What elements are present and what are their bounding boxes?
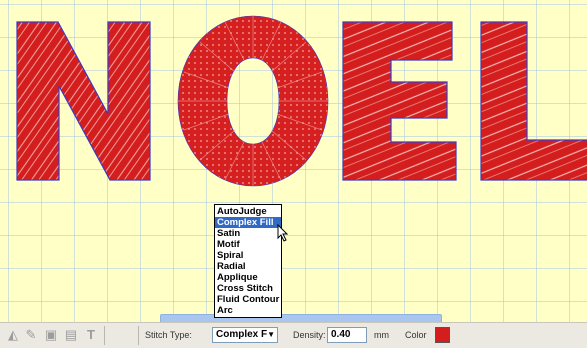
stitch-type-option[interactable]: Complex Fill xyxy=(215,217,281,228)
stitch-type-dropdown-list[interactable]: AutoJudge Complex Fill Satin Motif Spiral Rad… xyxy=(214,204,282,318)
stitch-type-option[interactable]: Arc xyxy=(215,305,281,316)
stitch-type-option[interactable]: Satin xyxy=(215,228,281,239)
density-label: Density: xyxy=(293,330,326,340)
toolbar-separator xyxy=(104,326,105,345)
stitch-type-select[interactable]: Complex F ▼ xyxy=(212,327,278,343)
density-unit: mm xyxy=(374,330,389,340)
wand-tool-icon[interactable]: ▤ xyxy=(64,328,78,342)
image-tool-icon[interactable]: ▣ xyxy=(44,328,58,342)
stitch-type-option[interactable]: Radial xyxy=(215,261,281,272)
design-canvas[interactable]: AutoJudge Complex Fill Satin Motif Spiral Rad… xyxy=(0,0,587,322)
letter-e-shape[interactable] xyxy=(342,21,457,181)
letter-l-shape[interactable] xyxy=(480,21,587,181)
stitch-type-option[interactable]: Fluid Contour xyxy=(215,294,281,305)
color-label: Color xyxy=(405,330,427,340)
shape-tool-icon[interactable]: ◭ xyxy=(6,328,20,342)
mouse-pointer-icon xyxy=(277,224,289,242)
stitch-type-value: Complex F xyxy=(216,329,268,340)
stitch-type-option[interactable]: Cross Stitch xyxy=(215,283,281,294)
density-input[interactable]: 0.40 xyxy=(327,327,367,343)
text-tool-icon[interactable]: T xyxy=(84,328,98,342)
stitch-type-option[interactable]: AutoJudge xyxy=(215,206,281,217)
stitch-type-label: Stitch Type: xyxy=(145,330,192,340)
stitch-type-option[interactable]: Applique xyxy=(215,272,281,283)
letter-o-shape[interactable] xyxy=(177,15,329,187)
node-tool-icon[interactable]: ✎ xyxy=(24,328,38,342)
stitch-properties-toolbar: ◭ ✎ ▣ ▤ T Stitch Type: Complex F ▼ Densi… xyxy=(0,322,587,348)
stitch-type-option[interactable]: Spiral xyxy=(215,250,281,261)
embroidery-design[interactable] xyxy=(0,0,587,322)
toolbar-separator xyxy=(138,326,139,345)
color-swatch[interactable] xyxy=(435,327,450,343)
chevron-down-icon[interactable]: ▼ xyxy=(267,328,275,342)
letter-n-shape[interactable] xyxy=(16,21,151,181)
horizontal-scrollbar[interactable] xyxy=(160,314,442,322)
stitch-type-option[interactable]: Motif xyxy=(215,239,281,250)
